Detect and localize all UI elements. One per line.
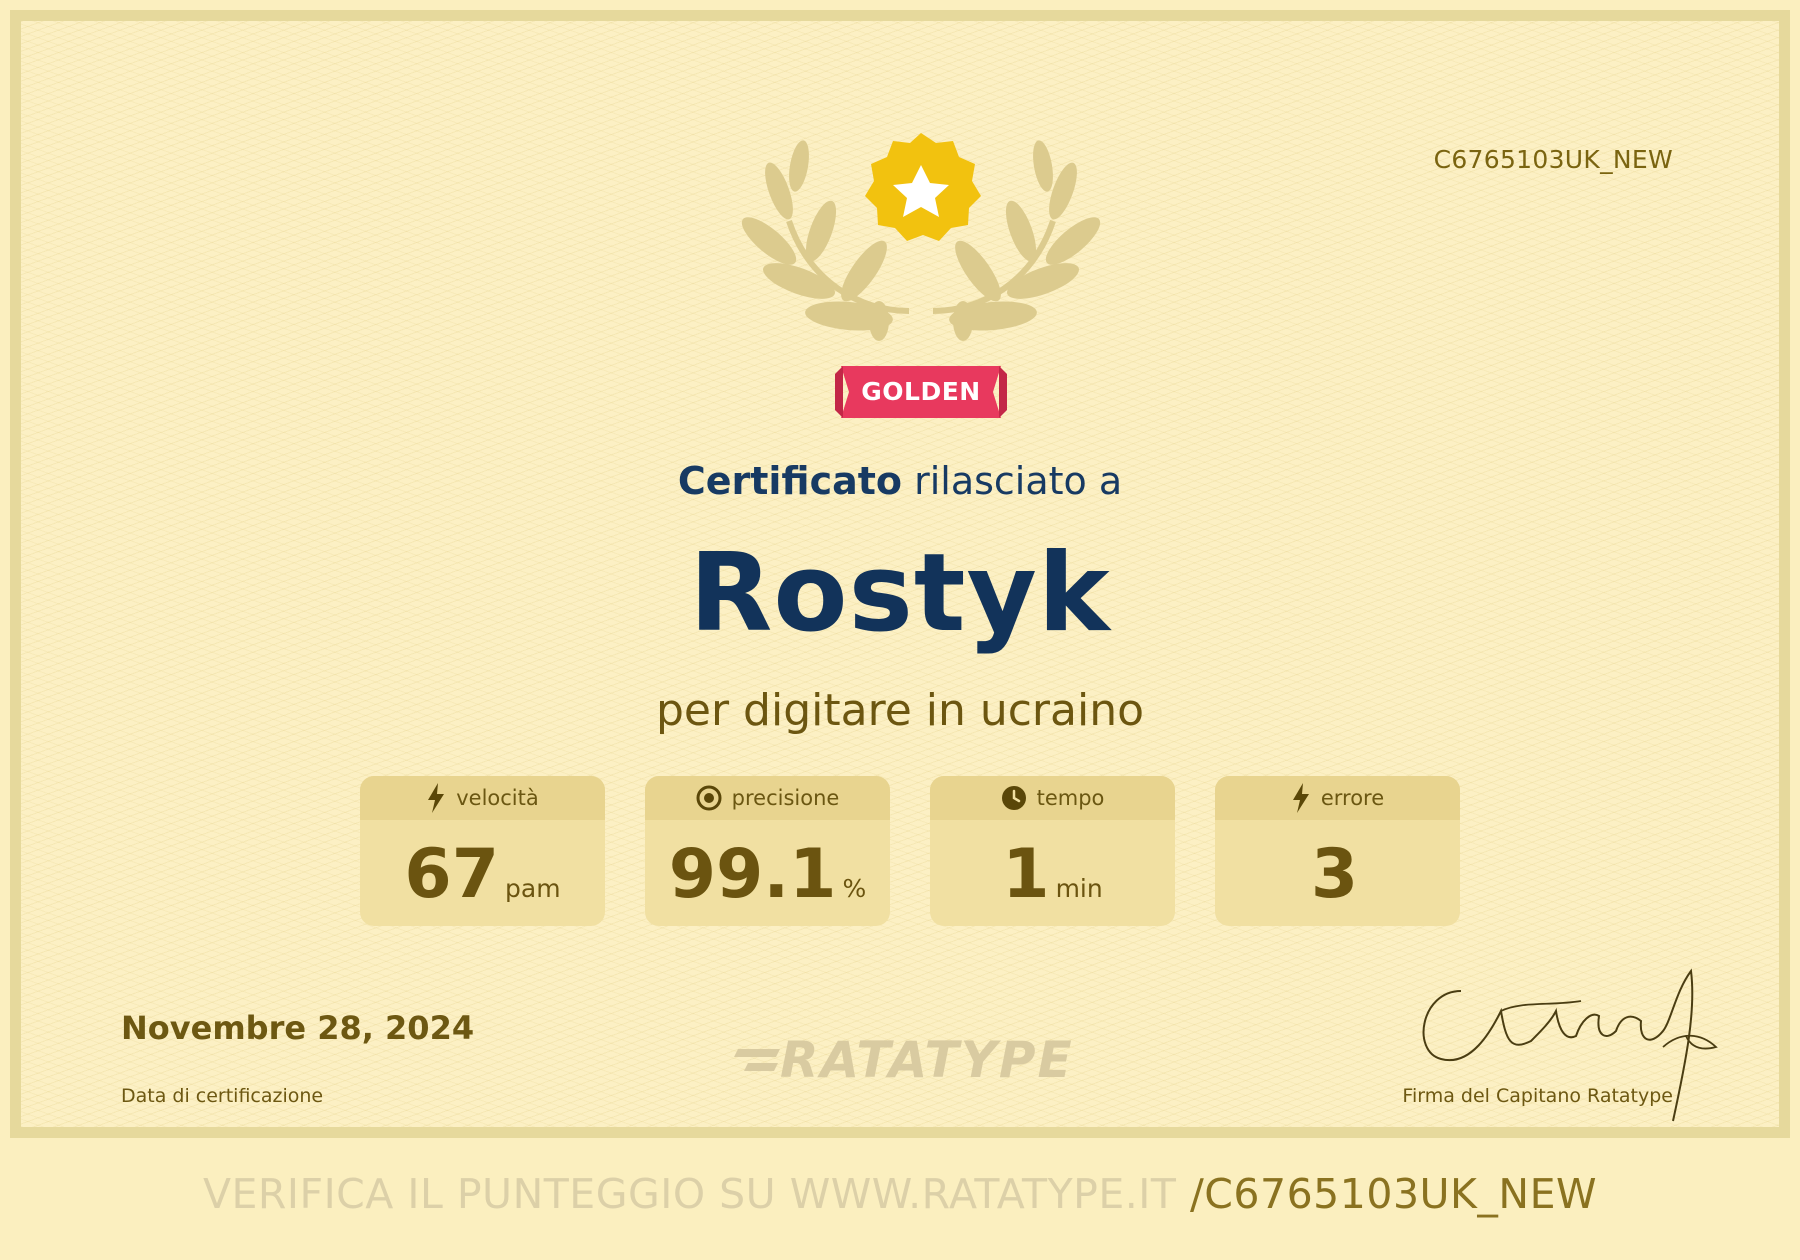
stat-body: 67 pam bbox=[360, 820, 605, 926]
stat-label: velocità bbox=[456, 786, 539, 810]
stat-unit: pam bbox=[505, 874, 561, 903]
stat-header: velocità bbox=[360, 776, 605, 820]
stat-value: 67 bbox=[404, 835, 500, 914]
issued-bold: Certificato bbox=[677, 459, 903, 503]
stat-body: 3 bbox=[1215, 820, 1460, 926]
stat-body: 99.1 % bbox=[645, 820, 890, 926]
clock-icon bbox=[1001, 786, 1026, 810]
issued-rest: rilasciato a bbox=[902, 459, 1123, 503]
golden-badge: GOLDEN bbox=[835, 366, 1007, 418]
stat-card-speed: velocità 67 pam bbox=[360, 776, 605, 926]
certificate-card: C6765103UK_NEW GOLDEN Certificato rilasc… bbox=[10, 10, 1790, 1138]
stat-unit: min bbox=[1055, 874, 1103, 903]
stat-header: tempo bbox=[930, 776, 1175, 820]
stat-card-accuracy: precisione 99.1 % bbox=[645, 776, 890, 926]
verify-url[interactable]: VERIFICA IL PUNTEGGIO SU WWW.RATATYPE.IT… bbox=[0, 1170, 1800, 1218]
stat-label: tempo bbox=[1036, 786, 1105, 810]
stats-row: velocità 67 pam precisione 99.1 % tempo … bbox=[360, 776, 1472, 926]
award-emblem: GOLDEN bbox=[739, 121, 1103, 421]
stat-value: 3 bbox=[1310, 835, 1359, 914]
logo-mark-icon bbox=[734, 1049, 780, 1071]
stat-body: 1 min bbox=[930, 820, 1175, 926]
certificate-id: C6765103UK_NEW bbox=[1433, 145, 1673, 174]
certificate-subtitle: per digitare in ucraino bbox=[655, 685, 1145, 736]
verify-prefix: VERIFICA IL PUNTEGGIO SU WWW.RATATYPE.IT bbox=[202, 1170, 1190, 1218]
certification-date: Novembre 28, 2024 bbox=[121, 1009, 475, 1047]
stat-unit: % bbox=[842, 874, 867, 903]
issued-heading: Certificato rilasciato a bbox=[21, 459, 1779, 503]
stat-header: errore bbox=[1215, 776, 1460, 820]
stat-value: 99.1 bbox=[668, 835, 837, 914]
lightning-icon bbox=[1292, 783, 1309, 813]
target-icon bbox=[696, 785, 722, 811]
stat-card-time: tempo 1 min bbox=[930, 776, 1175, 926]
lightning-icon bbox=[428, 783, 445, 813]
stat-label: errore bbox=[1320, 786, 1385, 810]
verify-code: /C6765103UK_NEW bbox=[1189, 1170, 1598, 1218]
golden-badge-label: GOLDEN bbox=[861, 377, 981, 406]
star-seal-icon bbox=[865, 133, 981, 241]
certification-date-label: Data di certificazione bbox=[121, 1085, 324, 1107]
ratatype-logo: RATATYPE bbox=[734, 1031, 1098, 1091]
stat-header: precisione bbox=[645, 776, 890, 820]
recipient-name: Rostyk bbox=[689, 531, 1111, 656]
logo-text: RATATYPE bbox=[780, 1031, 1074, 1089]
stat-value: 1 bbox=[1002, 835, 1050, 914]
stat-card-errors: errore 3 bbox=[1215, 776, 1460, 926]
signature-label: Firma del Capitano Ratatype bbox=[1402, 1085, 1673, 1107]
stat-label: precisione bbox=[731, 786, 840, 810]
